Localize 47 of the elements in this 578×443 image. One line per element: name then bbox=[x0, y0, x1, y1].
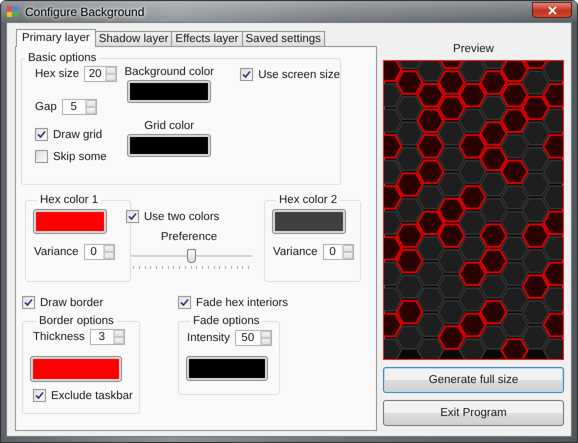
field-label: Hex size bbox=[35, 68, 80, 80]
color-swatch[interactable] bbox=[128, 81, 210, 102]
group-title: Basic options bbox=[27, 52, 98, 64]
group-title: Hex color 1 bbox=[39, 194, 100, 206]
checkbox[interactable] bbox=[35, 150, 48, 163]
checkbox-label: Skip some bbox=[53, 150, 107, 162]
button[interactable]: Generate full size bbox=[383, 367, 564, 393]
field-label: Variance bbox=[273, 246, 318, 258]
group-title: Fade options bbox=[192, 315, 260, 327]
checkbox-label: Use screen size bbox=[258, 68, 340, 80]
close-icon bbox=[548, 6, 556, 14]
tab[interactable]: Effects layer bbox=[171, 31, 242, 46]
group-title: Border options bbox=[38, 315, 115, 327]
tab[interactable]: Shadow layer bbox=[94, 31, 172, 46]
tab[interactable]: Primary layer bbox=[16, 29, 96, 47]
slider-thumb[interactable] bbox=[187, 249, 196, 263]
checkbox[interactable] bbox=[33, 389, 46, 402]
color-swatch[interactable] bbox=[187, 357, 267, 380]
button[interactable]: Exit Program bbox=[383, 400, 564, 426]
field-label: Thickness bbox=[33, 331, 85, 343]
field-label: Intensity bbox=[187, 332, 230, 344]
checkbox[interactable] bbox=[178, 296, 191, 309]
checkbox[interactable] bbox=[240, 68, 254, 81]
checkbox[interactable] bbox=[35, 128, 48, 141]
checkbox-label: Fade hex interiors bbox=[196, 296, 288, 308]
field-label: Variance bbox=[34, 246, 79, 258]
checkbox[interactable] bbox=[126, 210, 139, 223]
slider-label: Preference bbox=[160, 231, 218, 243]
field-label: Gap bbox=[35, 101, 57, 113]
color-swatch[interactable] bbox=[31, 357, 121, 381]
preference-slider[interactable] bbox=[130, 249, 252, 269]
tab[interactable]: Saved settings bbox=[242, 31, 325, 46]
app-icon bbox=[7, 6, 19, 18]
field-label: Grid color bbox=[144, 120, 194, 132]
checkbox[interactable] bbox=[22, 296, 35, 309]
close-button[interactable] bbox=[532, 2, 572, 18]
field-label: Background color bbox=[124, 66, 214, 78]
preview-title: Preview bbox=[452, 43, 495, 57]
color-swatch[interactable] bbox=[128, 135, 210, 156]
checkbox-label: Draw grid bbox=[53, 128, 102, 140]
group-title: Hex color 2 bbox=[278, 194, 338, 206]
window-title: Configure Background bbox=[25, 4, 144, 18]
color-swatch[interactable] bbox=[34, 210, 106, 233]
checkbox-label: Draw border bbox=[40, 296, 104, 308]
checkbox-label: Use two colors bbox=[144, 210, 220, 222]
checkbox-label: Exclude taskbar bbox=[51, 390, 133, 402]
color-swatch[interactable] bbox=[273, 210, 345, 233]
